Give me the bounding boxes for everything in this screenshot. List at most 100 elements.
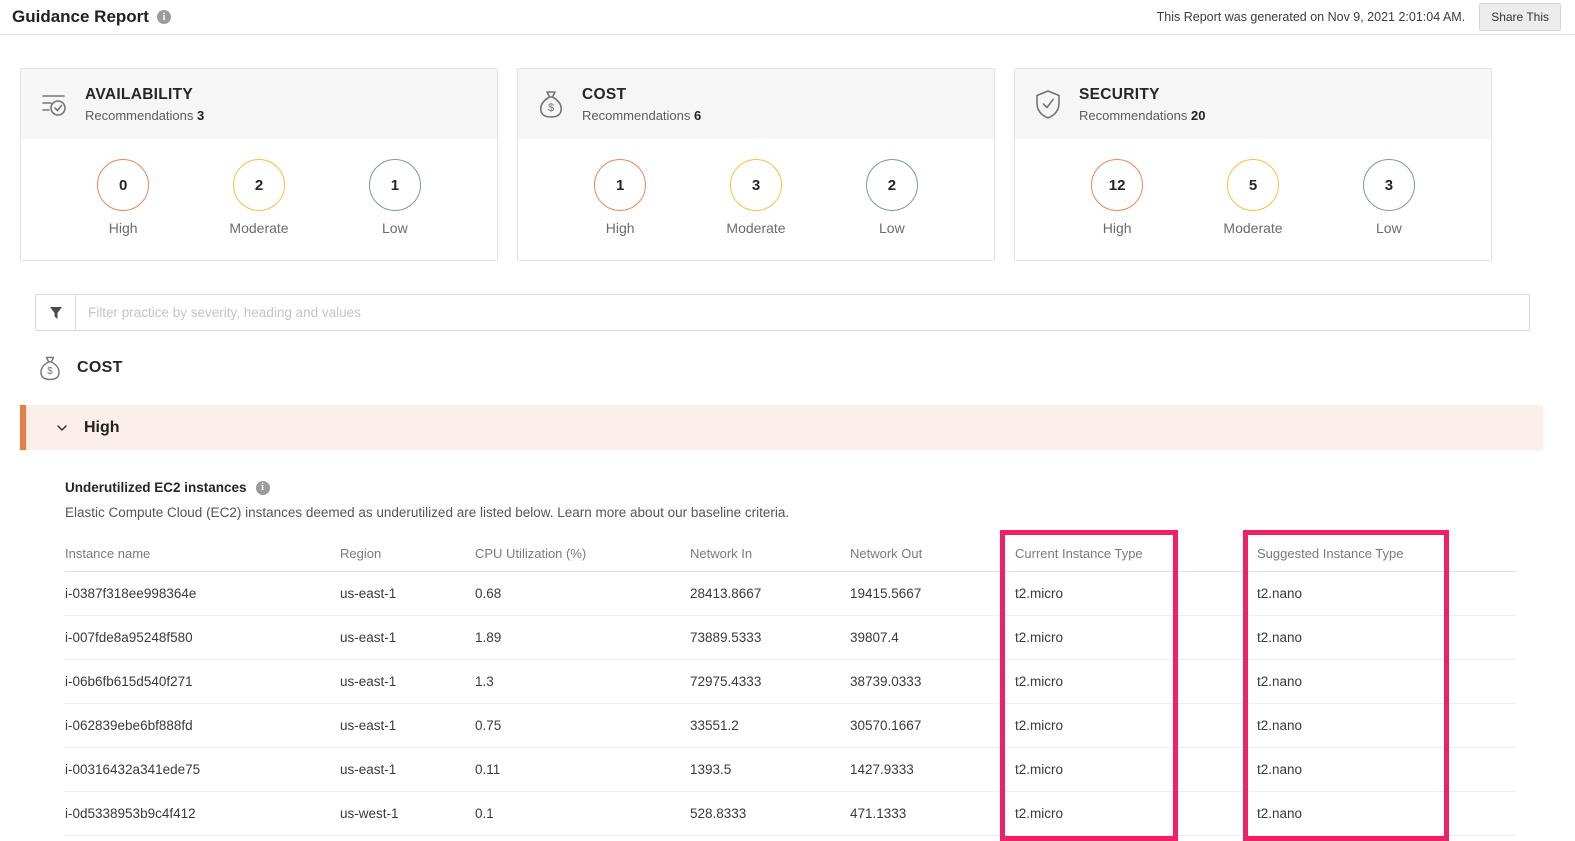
severity-count-circle: 0 — [97, 159, 150, 211]
availability-card-header: AVAILABILITY Recommendations 3 — [21, 69, 497, 139]
table-row: i-007fde8a95248f580 us-east-1 1.89 73889… — [65, 615, 1516, 660]
cost-low[interactable]: 2 Low — [865, 159, 918, 236]
info-icon[interactable]: i — [255, 480, 270, 495]
cell-cpu-utilization: 0.11 — [475, 747, 690, 792]
page-title: Guidance Report — [12, 7, 149, 26]
recommendations-count: 20 — [1191, 107, 1206, 123]
report-generated-timestamp: This Report was generated on Nov 9, 2021… — [1156, 10, 1466, 24]
cell-region: us-east-1 — [340, 571, 475, 616]
security-card[interactable]: SECURITY Recommendations 20 12 High 5 Mo… — [1014, 68, 1492, 261]
practice-description: Elastic Compute Cloud (EC2) instances de… — [65, 505, 790, 520]
availability-high[interactable]: 0 High — [97, 159, 150, 236]
practice-title: Underutilized EC2 instances — [65, 480, 247, 495]
cell-region: us-east-1 — [340, 659, 475, 704]
availability-low[interactable]: 1 Low — [368, 159, 421, 236]
security-severities: 12 High 5 Moderate 3 Low — [1015, 139, 1491, 260]
accordion-label: High — [84, 418, 120, 436]
severity-count-circle: 3 — [1362, 159, 1415, 211]
security-moderate[interactable]: 5 Moderate — [1223, 159, 1283, 236]
recommendations-count: 6 — [694, 107, 702, 123]
cell-instance-name: i-06b6fb615d540f271 — [65, 659, 340, 704]
cost-section-header: $ COST — [35, 353, 1575, 383]
share-this-button[interactable]: Share This — [1479, 3, 1561, 31]
cell-cpu-utilization: 0.1 — [475, 791, 690, 836]
security-high[interactable]: 12 High — [1091, 159, 1144, 236]
cell-network-in: 28413.8667 — [690, 571, 850, 616]
col-instance-name: Instance name — [65, 542, 340, 572]
cost-card-header: $ COST Recommendations 6 — [518, 69, 994, 139]
col-cpu-utilization: CPU Utilization (%) — [475, 542, 690, 572]
cell-region: us-east-1 — [340, 615, 475, 660]
cell-suggested-instance-type: t2.nano — [1257, 747, 1516, 792]
table-row: i-062839ebe6bf888fd us-east-1 0.75 33551… — [65, 703, 1516, 748]
cell-instance-name: i-062839ebe6bf888fd — [65, 703, 340, 748]
availability-card[interactable]: AVAILABILITY Recommendations 3 0 High 2 … — [20, 68, 498, 261]
cell-network-in: 1393.5 — [690, 747, 850, 792]
col-region: Region — [340, 542, 475, 572]
money-bag-icon: $ — [40, 356, 60, 381]
card-title: SECURITY — [1079, 85, 1160, 103]
table-header-row: Instance name Region CPU Utilization (%)… — [65, 542, 1516, 572]
svg-text:$: $ — [548, 102, 554, 114]
svg-text:$: $ — [47, 366, 53, 377]
cell-suggested-instance-type: t2.nano — [1257, 659, 1516, 704]
severity-count-circle: 12 — [1091, 159, 1144, 211]
severity-count-circle: 1 — [594, 159, 647, 211]
severity-count-circle: 2 — [865, 159, 918, 211]
cell-suggested-instance-type: t2.nano — [1257, 615, 1516, 660]
cell-instance-name: i-0d5338953b9c4f412 — [65, 791, 340, 836]
table-row: i-06b6fb615d540f271 us-east-1 1.3 72975.… — [65, 659, 1516, 704]
cell-instance-name: i-007fde8a95248f580 — [65, 615, 340, 660]
cell-current-instance-type: t2.micro — [1015, 791, 1257, 836]
chevron-down-icon — [57, 424, 67, 431]
cost-moderate[interactable]: 3 Moderate — [726, 159, 786, 236]
severity-count-circle: 1 — [368, 159, 421, 211]
security-card-header: SECURITY Recommendations 20 — [1015, 69, 1491, 139]
security-low[interactable]: 3 Low — [1362, 159, 1415, 236]
cell-region: us-west-1 — [340, 791, 475, 836]
ec2-instances-table-wrap: Instance name Region CPU Utilization (%)… — [65, 530, 1516, 841]
cell-suggested-instance-type: t2.nano — [1257, 791, 1516, 836]
cell-network-in: 72975.4333 — [690, 659, 850, 704]
card-recommendations: Recommendations 6 — [582, 108, 701, 123]
cell-current-instance-type: t2.micro — [1015, 571, 1257, 616]
high-severity-accordion[interactable]: High — [20, 405, 1543, 450]
cell-current-instance-type: t2.micro — [1015, 747, 1257, 792]
filter-funnel-icon — [49, 306, 62, 319]
col-suggested-instance-type: Suggested Instance Type — [1257, 542, 1516, 572]
cell-network-out: 30570.1667 — [850, 703, 1015, 748]
cell-suggested-instance-type: t2.nano — [1257, 571, 1516, 616]
filter-icon-cell — [36, 295, 76, 330]
money-bag-icon: $ — [539, 91, 563, 118]
cell-network-in: 528.8333 — [690, 791, 850, 836]
cell-suggested-instance-type: t2.nano — [1257, 703, 1516, 748]
filter-box — [35, 294, 1530, 331]
card-title: COST — [582, 85, 627, 103]
col-network-out: Network Out — [850, 542, 1015, 572]
cost-card[interactable]: $ COST Recommendations 6 1 High 3 Modera… — [517, 68, 995, 261]
severity-count-circle: 2 — [233, 159, 285, 211]
recommendations-count: 3 — [197, 107, 205, 123]
availability-severities: 0 High 2 Moderate 1 Low — [21, 139, 497, 260]
severity-label: Low — [879, 220, 905, 236]
cell-current-instance-type: t2.micro — [1015, 615, 1257, 660]
cost-severities: 1 High 3 Moderate 2 Low — [518, 139, 994, 260]
severity-count-circle: 5 — [1227, 159, 1279, 211]
card-title: AVAILABILITY — [85, 85, 194, 103]
cell-network-out: 39807.4 — [850, 615, 1015, 660]
recommendations-label: Recommendations — [582, 107, 691, 123]
cell-network-out: 471.1333 — [850, 791, 1015, 836]
top-bar: Guidance Report i This Report was genera… — [0, 0, 1575, 35]
cell-network-out: 1427.9333 — [850, 747, 1015, 792]
cell-region: us-east-1 — [340, 747, 475, 792]
availability-moderate[interactable]: 2 Moderate — [229, 159, 289, 236]
cell-cpu-utilization: 0.68 — [475, 571, 690, 616]
table-row: i-0387f318ee998364e us-east-1 0.68 28413… — [65, 571, 1516, 616]
recommendations-label: Recommendations — [1079, 107, 1188, 123]
cost-section-title: COST — [77, 359, 123, 376]
recommendations-label: Recommendations — [85, 107, 194, 123]
info-icon[interactable]: i — [156, 10, 171, 24]
cell-current-instance-type: t2.micro — [1015, 659, 1257, 704]
filter-input[interactable] — [76, 295, 1529, 330]
cost-high[interactable]: 1 High — [594, 159, 647, 236]
